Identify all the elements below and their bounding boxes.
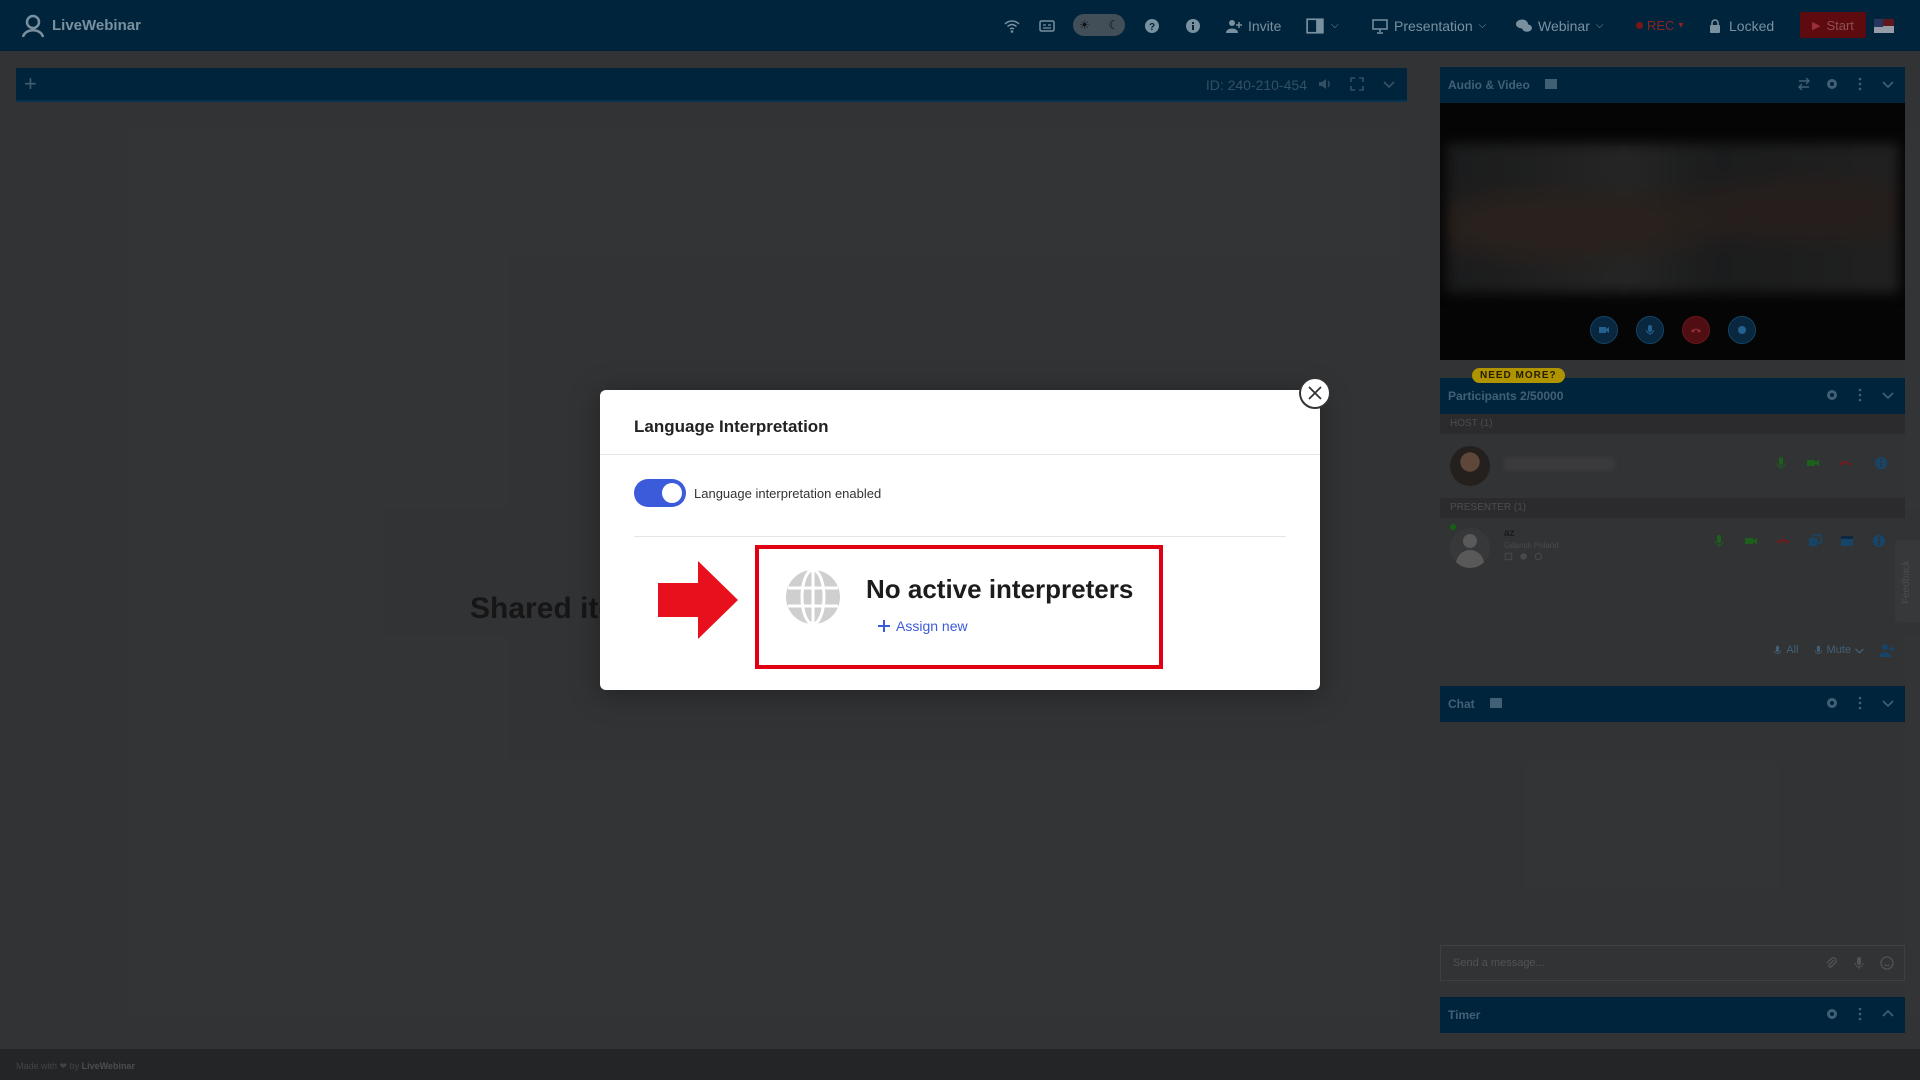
interpretation-toggle[interactable]: [634, 479, 686, 507]
globe-icon: [786, 568, 840, 626]
divider: [600, 454, 1320, 455]
modal-title: Language Interpretation: [634, 417, 829, 436]
arrow-right-icon: [658, 561, 738, 639]
divider: [634, 536, 1286, 537]
empty-state-title: No active interpreters: [866, 574, 1134, 604]
language-interpretation-modal: Language Interpretation Language interpr…: [600, 377, 1331, 690]
close-button[interactable]: [1299, 377, 1331, 409]
plus-icon: [878, 620, 890, 632]
assign-new-button[interactable]: Assign new: [878, 618, 968, 634]
toggle-label: Language interpretation enabled: [694, 486, 882, 501]
close-icon: [1308, 386, 1322, 400]
